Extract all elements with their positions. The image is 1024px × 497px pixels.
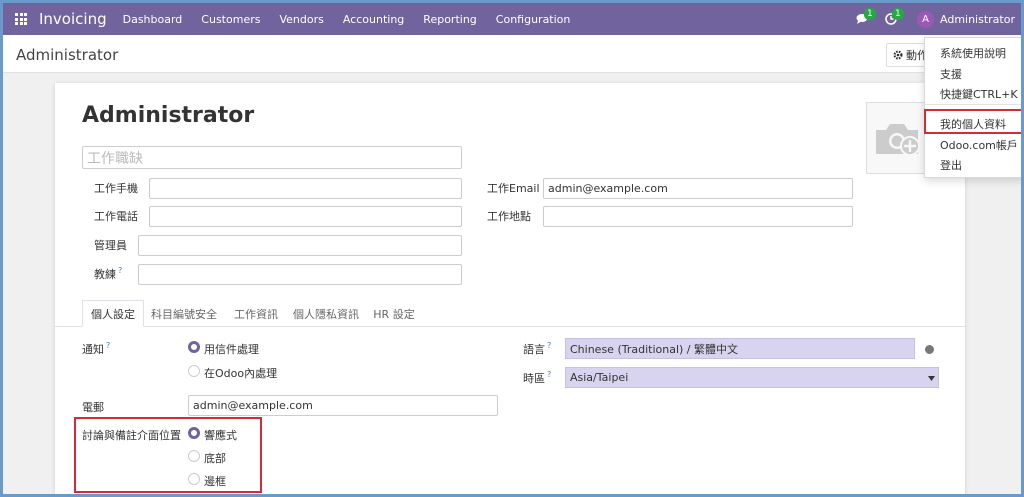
work-location-input[interactable]	[543, 206, 853, 227]
timezone-help-icon[interactable]: ?	[547, 370, 551, 379]
control-panel: Administrator 動作	[3, 35, 1021, 73]
window-frame: Invoicing Dashboard Customers Vendors Ac…	[0, 0, 1024, 497]
manager-label: 管理員	[94, 239, 127, 252]
menu-shortcuts[interactable]: 快捷鍵CTRL+K	[940, 86, 1018, 102]
nav-customers[interactable]: Customers	[201, 13, 260, 26]
menu-logout[interactable]: 登出	[940, 157, 962, 173]
tab-work-info[interactable]: 工作資訊	[226, 300, 286, 327]
my-profile-highlight-box	[924, 109, 1021, 134]
timezone-label: 時區?	[523, 370, 551, 386]
notification-help-icon[interactable]: ?	[106, 341, 110, 350]
job-title-field[interactable]: 工作職缺	[82, 146, 462, 169]
messages-count-badge: 1	[864, 8, 876, 20]
nav-reporting[interactable]: Reporting	[423, 13, 476, 26]
nav-vendors[interactable]: Vendors	[279, 13, 323, 26]
breadcrumb: Administrator	[16, 46, 119, 64]
coach-label: 教練?	[94, 266, 122, 282]
camera-plus-icon	[876, 124, 920, 156]
apps-grid-icon	[15, 13, 27, 25]
notification-label-text: 通知	[82, 343, 104, 356]
apps-menu-button[interactable]	[3, 3, 39, 35]
coach-help-icon[interactable]: ?	[118, 266, 122, 275]
chatter-highlight-box	[74, 417, 262, 493]
menu-documentation[interactable]: 系統使用說明	[940, 45, 1006, 61]
top-navbar: Invoicing Dashboard Customers Vendors Ac…	[3, 3, 1021, 35]
menu-divider	[925, 104, 1021, 105]
language-label-text: 語言	[523, 343, 545, 356]
caret-down-icon	[928, 376, 935, 381]
email-input[interactable]: admin@example.com	[188, 395, 498, 416]
activities-count-badge: 1	[892, 8, 904, 20]
user-menu-toggle[interactable]: A Administrator	[917, 10, 1015, 28]
notification-inbox-label: 在Odoo內處理	[204, 367, 278, 380]
work-email-label: 工作Email	[487, 182, 540, 195]
tab-private-info[interactable]: 個人隱私資訊	[289, 300, 363, 327]
gear-icon	[893, 50, 903, 60]
user-dropdown-menu: 系統使用說明 支援 快捷鍵CTRL+K 我的個人資料 Odoo.com帳戶 登出	[924, 37, 1021, 178]
nav-dashboard[interactable]: Dashboard	[123, 13, 183, 26]
nav-accounting[interactable]: Accounting	[343, 13, 404, 26]
tab-hr-settings[interactable]: HR 設定	[367, 300, 421, 327]
activities-button[interactable]: 1	[877, 3, 905, 35]
employee-name[interactable]: Administrator	[82, 103, 254, 128]
coach-input[interactable]	[138, 264, 462, 285]
app-name[interactable]: Invoicing	[39, 10, 107, 28]
notification-label: 通知?	[82, 341, 110, 357]
menu-support[interactable]: 支援	[940, 66, 962, 82]
timezone-label-text: 時區	[523, 372, 545, 385]
work-location-label: 工作地點	[487, 210, 531, 223]
menu-odoo-account[interactable]: Odoo.com帳戶	[940, 137, 1018, 153]
work-phone-label: 工作電話	[94, 210, 138, 223]
timezone-value: Asia/Taipei	[570, 371, 629, 384]
tab-account-security[interactable]: 科目編號安全	[146, 300, 222, 327]
language-help-icon[interactable]: ?	[547, 341, 551, 350]
work-mobile-input[interactable]	[149, 178, 462, 199]
user-name: Administrator	[940, 12, 1015, 26]
globe-icon[interactable]	[925, 345, 934, 354]
language-label: 語言?	[523, 341, 551, 357]
work-email-input[interactable]: admin@example.com	[543, 178, 853, 199]
notification-email-radio[interactable]	[188, 341, 200, 353]
work-phone-input[interactable]	[149, 206, 462, 227]
language-select[interactable]: Chinese (Traditional) / 繁體中文	[565, 338, 915, 359]
form-tabs: 個人設定 科目編號安全 工作資訊 個人隱私資訊 HR 設定	[55, 300, 965, 327]
employee-photo[interactable]	[866, 102, 928, 174]
avatar: A	[917, 10, 934, 28]
timezone-select[interactable]: Asia/Taipei	[565, 367, 939, 388]
notification-email-label: 用信件處理	[204, 343, 259, 356]
nav-configuration[interactable]: Configuration	[496, 13, 571, 26]
coach-label-text: 教練	[94, 268, 116, 281]
messaging-button[interactable]: 1	[849, 3, 877, 35]
tab-personal-settings[interactable]: 個人設定	[82, 300, 144, 327]
manager-input[interactable]	[138, 235, 462, 256]
notification-inbox-radio[interactable]	[188, 365, 200, 377]
work-mobile-label: 工作手機	[94, 182, 138, 195]
email-label: 電郵	[82, 401, 104, 414]
